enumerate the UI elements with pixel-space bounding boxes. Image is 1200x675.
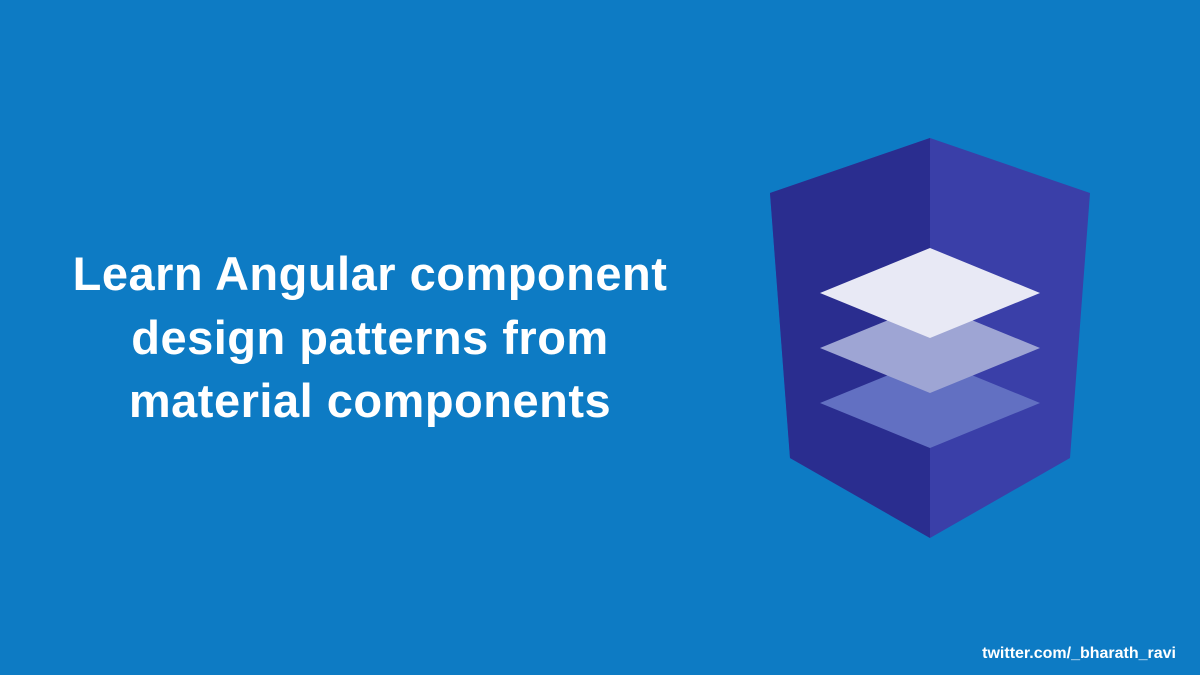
angular-shield-icon (740, 118, 1120, 558)
attribution-text: twitter.com/_bharath_ravi (982, 645, 1176, 663)
text-section: Learn Angular component design patterns … (60, 242, 720, 432)
slide-container: Learn Angular component design patterns … (0, 0, 1200, 675)
logo-section (720, 118, 1140, 558)
slide-title: Learn Angular component design patterns … (60, 242, 680, 432)
